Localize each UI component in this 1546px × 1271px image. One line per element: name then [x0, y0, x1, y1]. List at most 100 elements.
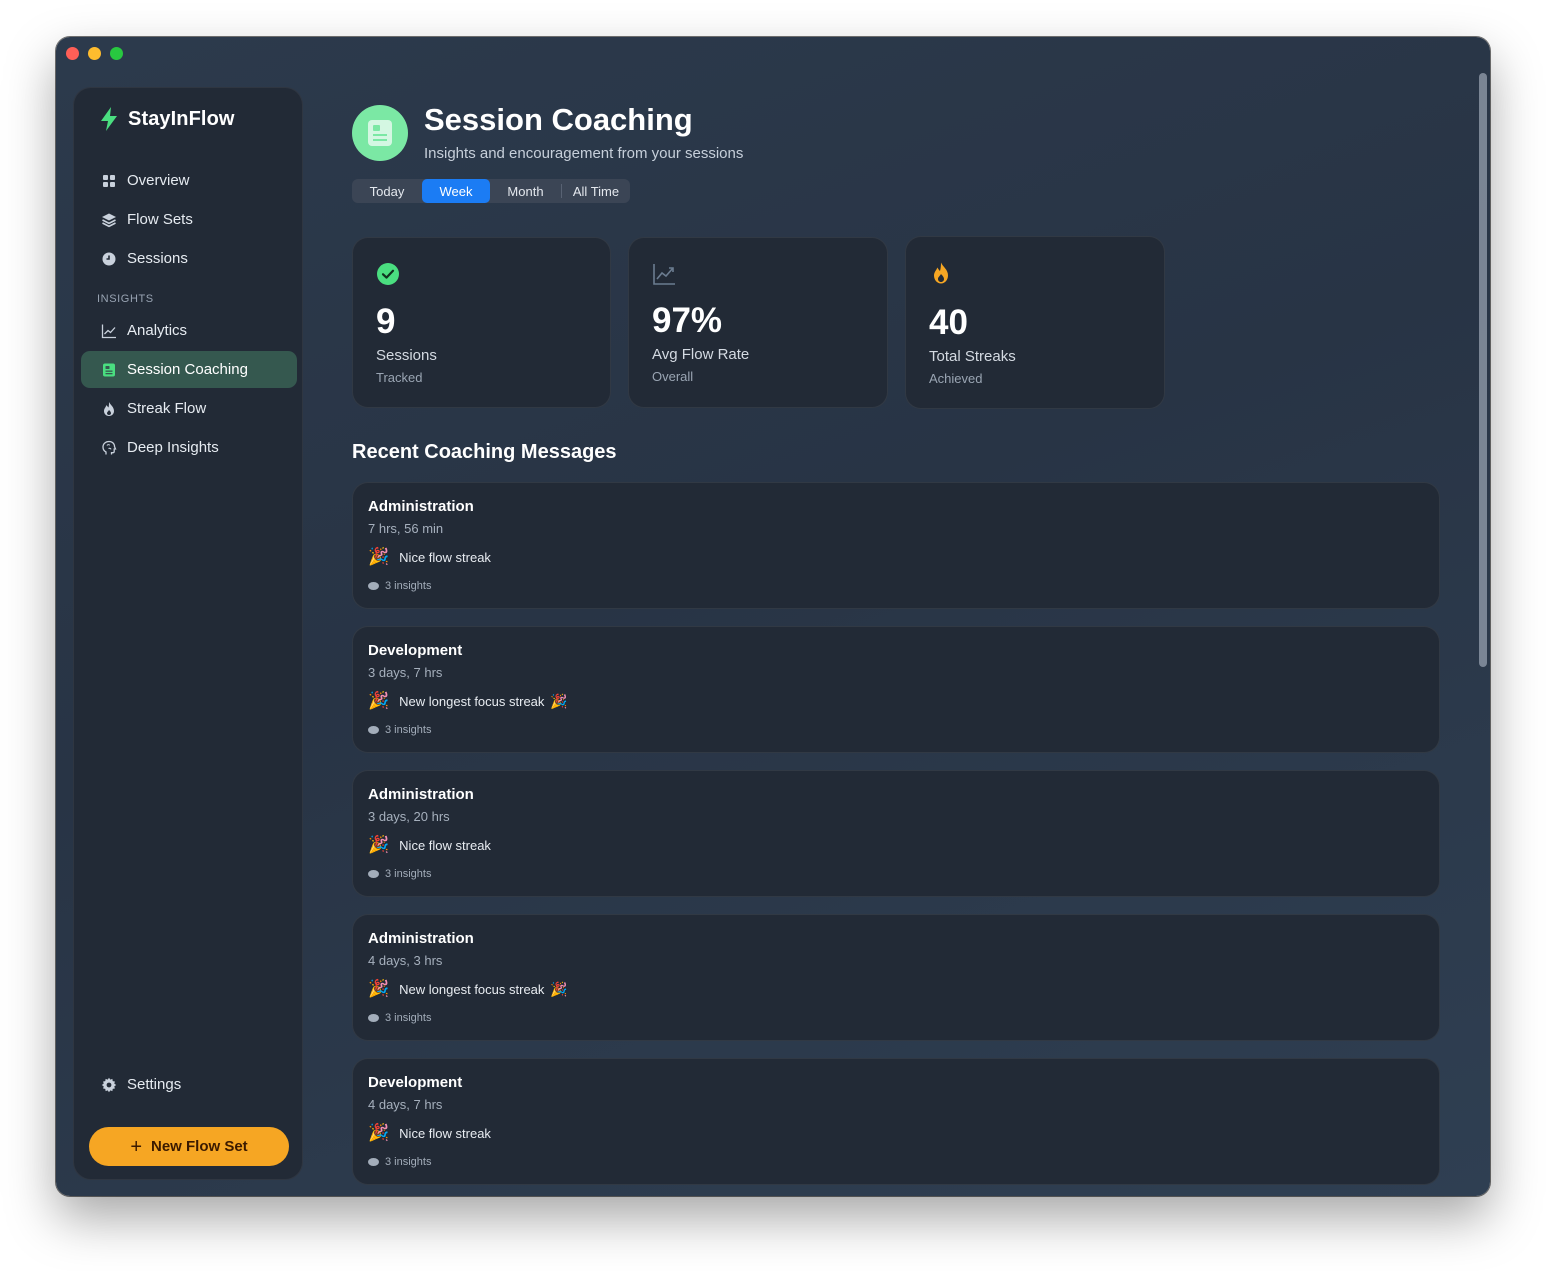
speech-bubble-icon [368, 1014, 379, 1022]
insights-count: 3 insights [368, 1156, 431, 1168]
close-window-button[interactable] [66, 47, 79, 60]
message-label: Nice flow streak [399, 549, 491, 565]
message-line: 🎉 Nice flow streak [368, 1123, 491, 1143]
sidebar-item-label: Flow Sets [127, 211, 193, 228]
stat-sublabel: Achieved [929, 371, 983, 386]
party-popper-icon: 🎉 [368, 835, 390, 854]
brand[interactable]: StayInFlow [98, 106, 235, 132]
check-circle-icon [377, 263, 399, 285]
tab-month[interactable]: Month [490, 179, 561, 203]
message-text: Nice flow streak [399, 1126, 491, 1141]
coaching-message-card[interactable]: Administration 4 days, 3 hrs 🎉 New longe… [352, 914, 1440, 1041]
party-popper-icon: 🎉 [368, 979, 390, 998]
message-label: New longest focus streak [399, 981, 545, 997]
sidebar-item-label: Analytics [127, 322, 188, 339]
message-text: Nice flow streak [399, 550, 491, 565]
message-line: 🎉 Nice flow streak [368, 835, 491, 855]
main-nav: Overview Flow Sets Sessions [81, 162, 297, 279]
speech-bubble-icon [368, 1158, 379, 1166]
chart-line-icon [653, 264, 675, 285]
sidebar-item-settings[interactable]: Settings [81, 1066, 297, 1103]
insights-section-label: INSIGHTS [97, 293, 154, 305]
message-duration: 4 days, 3 hrs [368, 953, 443, 968]
sidebar-item-overview[interactable]: Overview [81, 162, 297, 199]
coaching-message-card[interactable]: Administration 7 hrs, 56 min 🎉 Nice flow… [352, 482, 1440, 609]
speech-bubble-icon [368, 726, 379, 734]
zoom-window-button[interactable] [110, 47, 123, 60]
sidebar-item-label: Settings [127, 1076, 182, 1093]
party-popper-icon: 🎉 [550, 692, 568, 709]
layers-icon [100, 211, 117, 228]
speech-bubble-icon [368, 870, 379, 878]
stat-sublabel: Overall [652, 369, 694, 384]
gear-icon [100, 1076, 117, 1093]
message-title: Development [368, 1074, 463, 1091]
tab-week[interactable]: Week [422, 179, 490, 203]
message-line: 🎉 New longest focus streak 🎉 [368, 691, 568, 711]
insights-count: 3 insights [368, 1012, 431, 1024]
section-title: Recent Coaching Messages [352, 441, 617, 463]
coaching-icon [100, 361, 117, 378]
tab-today[interactable]: Today [352, 179, 422, 203]
stat-label: Sessions [376, 347, 437, 364]
party-popper-icon: 🎉 [368, 1123, 390, 1142]
message-label: Nice flow streak [399, 837, 491, 853]
message-line: 🎉 New longest focus streak 🎉 [368, 979, 568, 999]
settings-nav: Settings [81, 1066, 297, 1105]
sidebar-item-analytics[interactable]: Analytics [81, 312, 297, 349]
stat-label: Total Streaks [929, 348, 1016, 365]
sidebar-item-label: Sessions [127, 250, 188, 267]
app-name: StayInFlow [128, 107, 235, 130]
sidebar-item-deep-insights[interactable]: Deep Insights [81, 429, 297, 466]
message-line: 🎉 Nice flow streak [368, 547, 491, 567]
sidebar-item-flow-sets[interactable]: Flow Sets [81, 201, 297, 238]
vertical-scrollbar[interactable] [1479, 73, 1487, 667]
message-duration: 3 days, 7 hrs [368, 665, 443, 680]
message-title: Development [368, 642, 463, 659]
stat-label: Avg Flow Rate [652, 346, 750, 363]
party-popper-icon: 🎉 [368, 691, 390, 710]
tab-all-time[interactable]: All Time [562, 179, 630, 203]
message-text: New longest focus streak 🎉 [399, 693, 568, 710]
page-subtitle: Insights and encouragement from your ses… [424, 145, 744, 162]
sidebar-item-session-coaching[interactable]: Session Coaching [81, 351, 297, 388]
sidebar-item-label: Overview [127, 172, 190, 189]
message-text: New longest focus streak 🎉 [399, 981, 568, 998]
insights-label: 3 insights [385, 868, 432, 880]
chart-line-icon [100, 322, 117, 339]
message-text: Nice flow streak [399, 838, 491, 853]
new-flow-set-label: New Flow Set [151, 1138, 248, 1155]
message-duration: 3 days, 20 hrs [368, 809, 450, 824]
sidebar-item-streak-flow[interactable]: Streak Flow [81, 390, 297, 427]
stat-card-streaks: 40 Total Streaks Achieved [905, 236, 1165, 409]
coaching-message-card[interactable]: Administration 3 days, 20 hrs 🎉 Nice flo… [352, 770, 1440, 897]
sidebar-item-sessions[interactable]: Sessions [81, 240, 297, 277]
grid-icon [100, 172, 117, 189]
new-flow-set-button[interactable]: + New Flow Set [89, 1127, 289, 1166]
minimize-window-button[interactable] [88, 47, 101, 60]
message-duration: 7 hrs, 56 min [368, 521, 444, 536]
sidebar-item-label: Session Coaching [127, 361, 248, 378]
coaching-message-card[interactable]: Development 3 days, 7 hrs 🎉 New longest … [352, 626, 1440, 753]
speech-bubble-icon [368, 582, 379, 590]
clock-icon [100, 250, 117, 267]
coaching-message-card[interactable]: Development 4 days, 7 hrs 🎉 Nice flow st… [352, 1058, 1440, 1185]
message-title: Administration [368, 930, 474, 947]
stat-value: 40 [929, 303, 968, 342]
insights-count: 3 insights [368, 868, 431, 880]
insights-label: 3 insights [385, 724, 432, 736]
bolt-icon [101, 107, 117, 131]
party-popper-icon: 🎉 [368, 547, 390, 566]
sidebar: StayInFlow Overview Flow Sets Sessions I… [73, 87, 303, 1180]
insights-label: 3 insights [385, 1012, 432, 1024]
stat-sublabel: Tracked [376, 370, 423, 385]
window-controls [66, 47, 123, 60]
sidebar-item-label: Deep Insights [127, 439, 219, 456]
insights-count: 3 insights [368, 580, 431, 592]
insights-nav: Analytics Session Coaching Streak Flow D… [81, 312, 297, 468]
stat-card-sessions: 9 Sessions Tracked [352, 237, 611, 408]
insights-label: 3 insights [385, 580, 432, 592]
flame-icon [934, 262, 948, 284]
flame-icon [100, 400, 117, 417]
period-selector: Today Week Month All Time [352, 179, 630, 203]
